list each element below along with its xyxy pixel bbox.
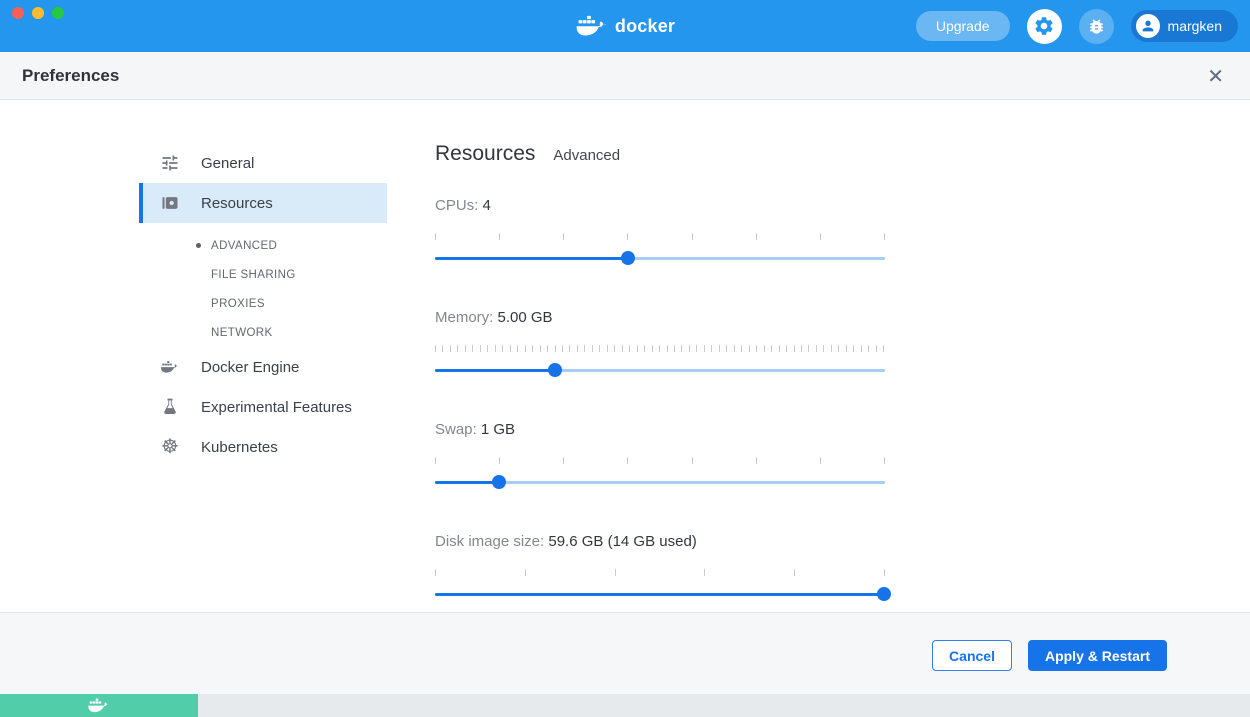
sidebar-item-experimental-features[interactable]: Experimental Features <box>139 387 387 427</box>
sidebar-item-label: Docker Engine <box>201 359 299 376</box>
disk-image-size-slider-fill <box>435 593 884 596</box>
traffic-lights <box>12 7 64 19</box>
preferences-footer: Cancel Apply & Restart <box>0 612 1250 694</box>
preferences-header: Preferences ✕ <box>0 52 1250 100</box>
cpus-slider[interactable] <box>435 251 885 265</box>
upgrade-button[interactable]: Upgrade <box>916 11 1010 41</box>
docker-desktop-window: docker Upgrade margken Preferences ✕ Gen… <box>0 0 1250 717</box>
memory-slider-fill <box>435 369 555 372</box>
disk-image-size-slider[interactable] <box>435 587 885 601</box>
sidebar-item-docker-engine[interactable]: Docker Engine <box>139 347 387 387</box>
memory-label: Memory: 5.00 GB <box>435 309 885 326</box>
close-icon[interactable]: ✕ <box>1201 52 1230 100</box>
preferences-sidebar: General Resources ADVANCED FILE SHARING PROX… <box>139 143 387 467</box>
preferences-content: General Resources ADVANCED FILE SHARING PROX… <box>0 100 1250 612</box>
status-bar <box>0 694 1250 717</box>
sidebar-item-label: Resources <box>201 195 273 212</box>
sidebar-subitem-label: ADVANCED <box>211 240 277 252</box>
slider-group-cpus: CPUs: 4 <box>435 197 885 265</box>
swap-label: Swap: 1 GB <box>435 421 885 438</box>
cpus-slider-knob[interactable] <box>621 251 635 265</box>
memory-tick-marks <box>435 345 885 353</box>
sliders-container: CPUs: 4 Memory: 5.00 GB Swap: 1 GB Disk ima… <box>435 197 885 601</box>
memory-slider-knob[interactable] <box>548 363 562 377</box>
titlebar-actions: Upgrade margken <box>916 0 1238 52</box>
bug-report-button[interactable] <box>1079 9 1114 44</box>
sidebar-item-kubernetes[interactable]: ☸ Kubernetes <box>139 427 387 467</box>
sliders-icon <box>159 152 181 174</box>
kubernetes-icon: ☸ <box>159 436 181 458</box>
sidebar-item-label: Experimental Features <box>201 399 352 416</box>
disk-image-size-tick-marks <box>435 569 885 577</box>
swap-slider-fill <box>435 481 499 484</box>
sidebar-item-general[interactable]: General <box>139 143 387 183</box>
disk-image-size-label: Disk image size: 59.6 GB (14 GB used) <box>435 533 885 550</box>
avatar <box>1136 14 1160 38</box>
sidebar-subitem-advanced[interactable]: ADVANCED <box>139 231 387 260</box>
sidebar-subitem-label: PROXIES <box>211 298 265 310</box>
docker-logo-text: docker <box>615 16 675 37</box>
sidebar-item-label: Kubernetes <box>201 439 278 456</box>
sidebar-subitem-label: FILE SHARING <box>211 269 296 281</box>
whale-progress-icon <box>87 697 111 714</box>
person-icon <box>1140 18 1156 34</box>
memory-slider[interactable] <box>435 363 885 377</box>
sidebar-subitem-proxies[interactable]: PROXIES <box>139 289 387 318</box>
memory-value: 5.00 GB <box>498 309 553 326</box>
panel-title: Resources Advanced <box>435 142 885 166</box>
cpus-slider-fill <box>435 257 628 260</box>
minimize-window-button[interactable] <box>32 7 44 19</box>
cpus-label: CPUs: 4 <box>435 197 885 214</box>
docker-logo: docker <box>575 13 675 39</box>
page-title: Preferences <box>22 66 119 86</box>
resources-panel: Resources Advanced CPUs: 4 Memory: 5.00 G… <box>435 100 885 601</box>
zoom-window-button[interactable] <box>52 7 64 19</box>
panel-title-main: Resources <box>435 142 535 166</box>
swap-tick-marks <box>435 457 885 465</box>
sidebar-item-label: General <box>201 155 254 172</box>
apply-restart-button[interactable]: Apply & Restart <box>1028 640 1167 671</box>
user-account-button[interactable]: margken <box>1131 10 1238 42</box>
username-label: margken <box>1168 18 1222 34</box>
bug-icon <box>1087 17 1106 36</box>
panel-title-sub: Advanced <box>553 147 620 164</box>
docker-whale-icon <box>575 13 609 39</box>
cpus-tick-marks <box>435 233 885 241</box>
whale-icon <box>159 356 181 378</box>
active-section-bullet <box>196 243 201 248</box>
cancel-button[interactable]: Cancel <box>932 640 1012 671</box>
disk-image-size-slider-knob[interactable] <box>877 587 891 601</box>
slider-group-disk-image-size: Disk image size: 59.6 GB (14 GB used) <box>435 533 885 601</box>
sidebar-item-resources[interactable]: Resources <box>139 183 387 223</box>
disk-image-size-value: 59.6 GB (14 GB used) <box>548 533 696 550</box>
close-window-button[interactable] <box>12 7 24 19</box>
swap-slider[interactable] <box>435 475 885 489</box>
swap-slider-knob[interactable] <box>492 475 506 489</box>
sidebar-subitem-network[interactable]: NETWORK <box>139 318 387 347</box>
slider-group-memory: Memory: 5.00 GB <box>435 309 885 377</box>
gear-icon <box>1033 15 1055 37</box>
memory-icon <box>159 192 181 214</box>
sidebar-subitem-file-sharing[interactable]: FILE SHARING <box>139 260 387 289</box>
settings-button[interactable] <box>1027 9 1062 44</box>
titlebar: docker Upgrade margken <box>0 0 1250 52</box>
slider-group-swap: Swap: 1 GB <box>435 421 885 489</box>
sidebar-subitem-label: NETWORK <box>211 327 273 339</box>
footer-buttons: Cancel Apply & Restart <box>932 640 1167 671</box>
cpus-value: 4 <box>483 197 491 214</box>
flask-icon <box>159 396 181 418</box>
startup-progress-bar <box>0 694 198 717</box>
swap-value: 1 GB <box>481 421 515 438</box>
